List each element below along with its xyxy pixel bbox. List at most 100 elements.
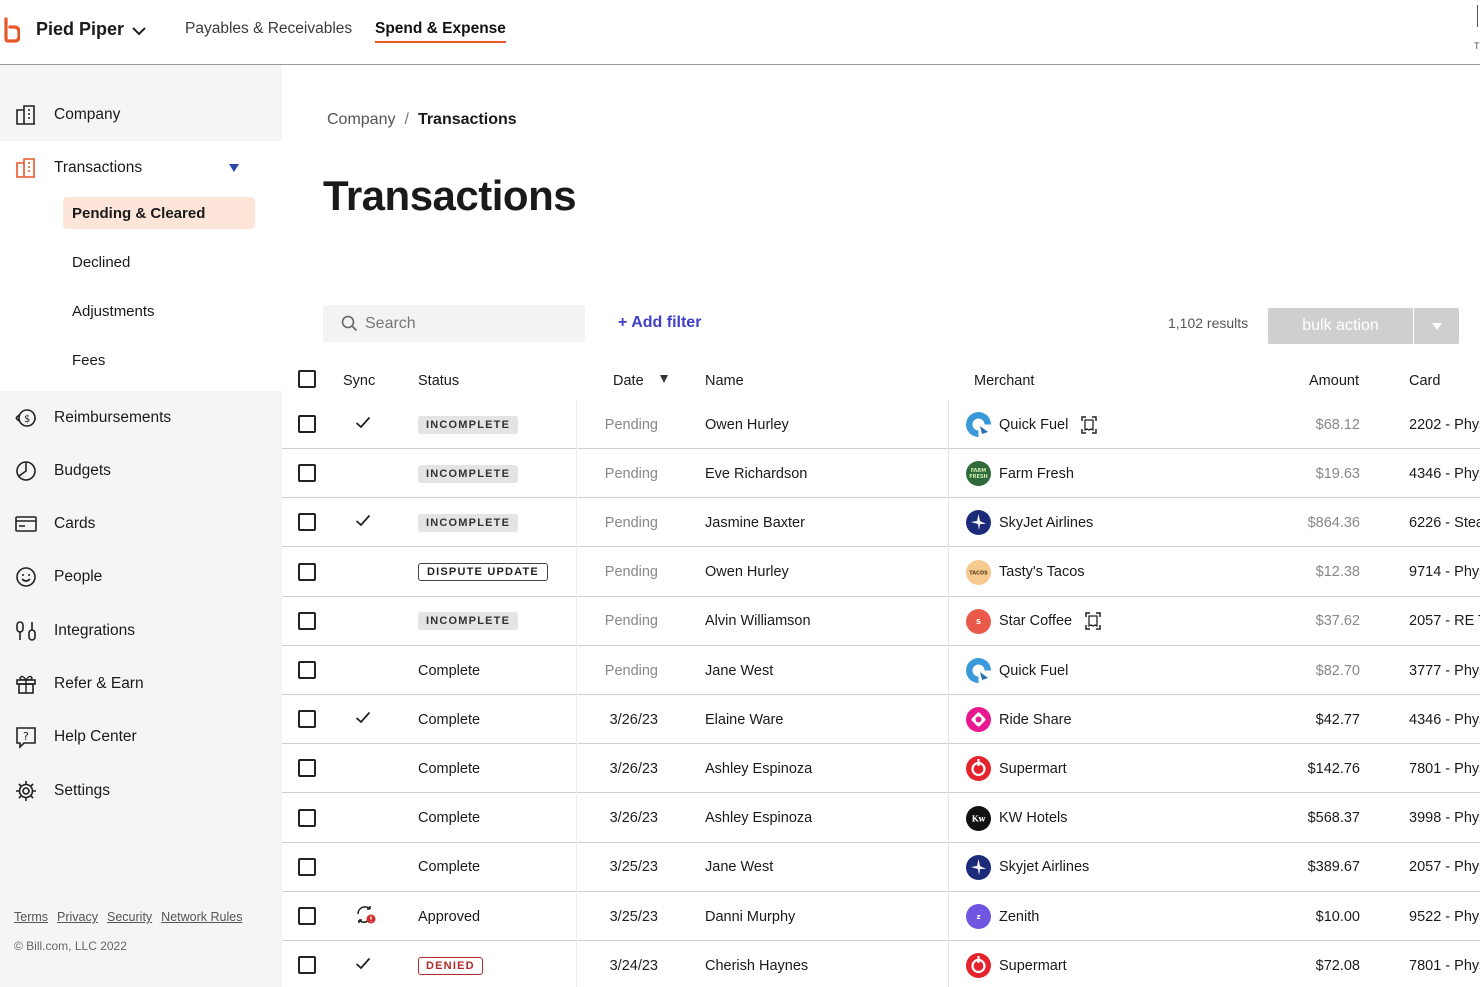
nav-payables[interactable]: Payables & Receivables (185, 20, 352, 38)
column-divider (576, 498, 577, 548)
date-cell: 3/26/23 (609, 810, 658, 827)
terms-link[interactable]: Terms (14, 910, 48, 924)
bulk-action-button[interactable]: bulk action (1268, 308, 1413, 344)
sidebar-item-reimbursements[interactable]: $ Reimbursements (0, 393, 282, 443)
status-cell: Complete (418, 646, 480, 695)
svg-text:S: S (976, 618, 981, 626)
table-row[interactable]: Complete 3/26/23 Elaine Ware Ride Share $42.… (282, 695, 1480, 745)
amount-cell: $568.37 (1307, 810, 1360, 827)
sidebar-item-settings[interactable]: Settings (0, 766, 282, 816)
column-divider (576, 400, 577, 449)
status-text: Complete (418, 810, 481, 827)
svg-text:FRESH: FRESH (969, 474, 987, 480)
row-checkbox[interactable] (298, 661, 316, 679)
sync-cell (355, 744, 375, 793)
add-filter-button[interactable]: + Add filter (618, 314, 701, 332)
row-checkbox[interactable] (298, 956, 316, 975)
row-checkbox[interactable] (298, 415, 316, 433)
row-checkbox[interactable] (298, 611, 316, 630)
row-checkbox[interactable] (298, 759, 316, 778)
sub-item-adjustments[interactable]: Adjustments (63, 295, 255, 327)
search-placeholder: Search (365, 314, 416, 332)
receipt-icon[interactable] (1072, 611, 1102, 631)
column-divider (576, 449, 577, 499)
svg-text:?: ? (23, 730, 29, 743)
select-all-checkbox[interactable] (298, 370, 316, 388)
merchant-name: Star Coffee (999, 613, 1073, 630)
amount-cell: $864.36 (1307, 514, 1360, 531)
sync-cell (355, 794, 375, 843)
table-row[interactable]: INCOMPLETE Pending Owen Hurley Quick Fuel $6… (282, 400, 1480, 449)
table-row[interactable]: INCOMPLETE Pending Alvin Williamson S Star C… (282, 596, 1480, 646)
table-row[interactable]: INCOMPLETE Pending Eve Richardson FARM FRESH… (282, 449, 1480, 499)
header-date[interactable]: Date (613, 373, 644, 389)
name-cell: Cherish Haynes (705, 957, 809, 974)
sidebar-item-budgets[interactable]: Budgets (0, 446, 282, 496)
search-input[interactable]: Search (323, 305, 585, 342)
merchant-cell: Quick Fuel (966, 400, 1098, 449)
sort-desc-icon[interactable] (660, 375, 668, 383)
privacy-link[interactable]: Privacy (57, 910, 98, 924)
sidebar-item-integrations[interactable]: Integrations (0, 606, 282, 656)
sync-error-icon[interactable] (355, 905, 377, 929)
table-row[interactable]: DISPUTE UPDATE Pending Owen Hurley TACOS Tas… (282, 547, 1480, 597)
merchant-logo-icon (966, 658, 991, 683)
receipt-icon[interactable] (1068, 415, 1098, 435)
amount-cell: $72.08 (1315, 957, 1360, 974)
merchant-name: Supermart (999, 957, 1067, 974)
network-rules-link[interactable]: Network Rules (161, 910, 242, 924)
row-checkbox[interactable] (298, 857, 316, 876)
synced-check-icon (355, 957, 371, 974)
svg-text:z: z (976, 913, 980, 921)
status-text: Complete (418, 859, 481, 876)
merchant-logo-icon: TACOS (966, 559, 991, 585)
sync-cell (355, 892, 377, 941)
table-row[interactable]: Complete 3/25/23 Jane West Skyjet Airlines $… (282, 842, 1480, 892)
sub-item-pending-cleared[interactable]: Pending & Cleared (63, 197, 255, 229)
table-row[interactable]: Complete Pending Jane West Quick Fuel $82.70… (282, 646, 1480, 695)
sidebar-item-help[interactable]: ? Help Center (0, 712, 282, 762)
breadcrumb-parent[interactable]: Company (327, 111, 395, 128)
sidebar-item-label: People (54, 568, 103, 585)
date-cell: Pending (604, 514, 658, 531)
table-row[interactable]: DENIED 3/24/23 Cherish Haynes Supermart $72.… (282, 941, 1480, 987)
row-checkbox[interactable] (298, 464, 316, 483)
sub-item-declined[interactable]: Declined (63, 246, 255, 278)
sidebar-item-cards[interactable]: Cards (0, 499, 282, 549)
security-link[interactable]: Security (107, 910, 152, 924)
row-checkbox[interactable] (298, 710, 316, 729)
bill-logo-icon[interactable] (4, 17, 20, 43)
sidebar-item-company[interactable]: Company (0, 90, 282, 140)
column-divider (948, 744, 949, 794)
row-checkbox[interactable] (298, 513, 316, 532)
status-badge: INCOMPLETE (418, 612, 519, 631)
table-row[interactable]: INCOMPLETE Pending Jasmine Baxter SkyJet Ai… (282, 498, 1480, 548)
chevron-down-icon[interactable] (130, 22, 148, 40)
merchant-logo-icon (966, 953, 991, 979)
org-name[interactable]: Pied Piper (36, 19, 124, 40)
sidebar-item-refer[interactable]: Refer & Earn (0, 659, 282, 709)
sidebar-item-transactions[interactable]: Transactions (0, 143, 282, 193)
sync-cell (355, 400, 375, 449)
merchant-logo-icon: z (966, 904, 991, 929)
card-cell: 7801 - Physical (1409, 760, 1480, 777)
row-checkbox[interactable] (298, 808, 316, 827)
caret-down-icon[interactable] (229, 164, 239, 172)
table-row[interactable]: Complete 3/26/23 Ashley Espinoza Kw KW Hotel… (282, 793, 1480, 843)
sidebar-item-people[interactable]: People (0, 552, 282, 602)
merchant-name: Quick Fuel (999, 416, 1069, 433)
name-cell: Owen Hurley (705, 564, 789, 581)
row-checkbox[interactable] (298, 907, 316, 925)
table-row[interactable]: Complete 3/26/23 Ashley Espinoza Supermart $… (282, 744, 1480, 794)
sidebar: Company Transactions Pending & Cleared D… (0, 65, 282, 987)
nav-spend-expense[interactable]: Spend & Expense (375, 20, 506, 43)
transactions-icon (16, 158, 35, 178)
sidebar-item-label: Budgets (54, 462, 111, 479)
name-cell: Owen Hurley (705, 416, 789, 433)
table-row[interactable]: Approved 3/25/23 Danni Murphy z Zenith $10.00… (282, 892, 1480, 941)
card-cell: 2202 - Physical (1409, 416, 1480, 433)
sub-item-fees[interactable]: Fees (63, 344, 255, 376)
sync-cell (355, 449, 375, 498)
row-checkbox[interactable] (298, 562, 316, 581)
bulk-action-dropdown[interactable] (1414, 308, 1459, 344)
